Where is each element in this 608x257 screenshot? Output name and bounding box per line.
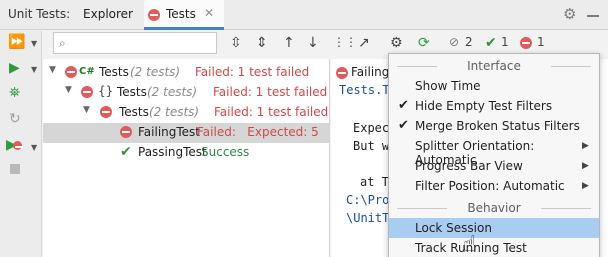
failed-status-icon (100, 106, 112, 118)
separator (397, 208, 447, 209)
failed-status-icon (336, 67, 348, 79)
menu-item-track-running-test[interactable]: Track Running Test (389, 238, 599, 257)
menu-item-label: Hide Empty Test Filters (415, 99, 553, 113)
failed-count: 1 (537, 35, 545, 49)
expand-arrow-icon[interactable]: ▼ (49, 65, 56, 75)
failed-status-icon (148, 9, 160, 21)
node-count: (2 tests) (130, 65, 181, 79)
tree-row-namespace[interactable]: ▼ {} Tests (2 tests) Failed: 1 test fail… (43, 83, 330, 103)
output-line: \UnitT (346, 211, 390, 225)
output-line: at T (360, 175, 389, 189)
node-status: Failed: 1 test failed (195, 65, 310, 79)
separator (397, 66, 437, 67)
separator (541, 208, 591, 209)
chevron-down-icon[interactable]: ▼ (31, 39, 37, 48)
failed-status-icon (65, 66, 77, 78)
node-name: FailingTest (138, 125, 201, 139)
ignored-icon[interactable]: ⊘ (449, 35, 459, 49)
menu-item-lock-session[interactable]: Lock Session (389, 218, 599, 238)
stop-icon[interactable] (10, 164, 20, 174)
close-icon[interactable]: ✕ (204, 6, 214, 20)
menu-item-progress-bar-view[interactable]: Progress Bar View ▶ (389, 156, 599, 176)
expand-arrow-icon[interactable]: ▼ (65, 85, 72, 95)
tree-row-passing-test[interactable]: ✔ PassingTest Success (43, 143, 330, 163)
output-line: C:\Pro (346, 193, 390, 207)
rerun-icon[interactable]: ↻ (9, 111, 21, 127)
chevron-down-icon[interactable]: ▼ (31, 143, 37, 152)
namespace-icon: {} (98, 84, 114, 98)
run-all-icon[interactable]: ⏩ (8, 34, 25, 50)
settings-popup-menu: Interface Show Time ✔ Hide Empty Test Fi… (388, 53, 600, 257)
menu-item-merge-broken[interactable]: ✔ Merge Broken Status Filters (389, 116, 599, 136)
left-action-strip: ⏩ ▼ ▶ ▼ ⛯ ↻ ▶ ▼ (0, 31, 42, 257)
menu-item-hide-empty-filters[interactable]: ✔ Hide Empty Test Filters (389, 96, 599, 116)
gear-icon[interactable]: ⚙ (390, 35, 403, 51)
collapse-all-icon[interactable]: ⇕ (256, 35, 268, 51)
export-icon[interactable]: ↗ (358, 35, 370, 51)
test-tree: ▼ C# Tests (2 tests) Failed: 1 test fail… (43, 59, 330, 257)
passed-icon[interactable]: ✔ (485, 35, 497, 51)
passed-check-icon: ✔ (120, 144, 132, 160)
output-line: Tests.T (339, 83, 390, 97)
node-name: Tests (117, 85, 147, 99)
node-name: PassingTest (138, 145, 207, 159)
tree-row-class[interactable]: ▼ Tests (2 tests) Failed: 1 test failed (43, 103, 330, 123)
check-icon: ✔ (398, 118, 409, 133)
expand-all-icon[interactable]: ⇳ (230, 35, 242, 51)
minimize-icon[interactable] (587, 5, 599, 17)
tab-tests[interactable]: Tests ✕ (144, 0, 224, 30)
failed-status-icon (120, 126, 132, 138)
menu-item-label: Lock Session (415, 221, 492, 235)
tree-row-project[interactable]: ▼ C# Tests (2 tests) Failed: 1 test fail… (43, 63, 330, 83)
node-status: Failed: 1 test failed (213, 85, 328, 99)
node-count: (2 tests) (149, 105, 200, 119)
search-icon: ⌕ (59, 36, 66, 50)
submenu-arrow-icon: ▶ (582, 161, 589, 171)
group-by-icon[interactable]: ⋮⋮ (333, 35, 357, 49)
submenu-arrow-icon: ▶ (582, 141, 589, 151)
settings-gear-icon[interactable]: ⚙ (563, 5, 576, 23)
expand-arrow-icon[interactable]: ▼ (83, 105, 90, 115)
menu-item-splitter-orientation[interactable]: Splitter Orientation: Automatic ▶ (389, 136, 599, 167)
tree-row-failing-test[interactable]: FailingTest Failed: Expected: 5 (43, 123, 330, 143)
node-name: Tests (119, 105, 149, 119)
output-line: Expec (353, 121, 390, 135)
node-status: Failed: Expected: 5 (197, 125, 319, 139)
run-icon[interactable]: ▶ (9, 60, 20, 76)
track-icon[interactable]: ⟳ (418, 35, 430, 51)
menu-item-label: Show Time (415, 79, 481, 93)
failed-status-icon (81, 86, 93, 98)
separator (551, 66, 591, 67)
chevron-down-icon[interactable]: ▼ (31, 65, 37, 74)
output-line: But w (353, 139, 390, 153)
menu-item-label: Progress Bar View (415, 159, 523, 173)
node-name: Tests (99, 65, 129, 79)
debug-icon[interactable]: ⛯ (9, 85, 20, 101)
ignored-count: 2 (465, 35, 473, 49)
node-count: (2 tests) (147, 85, 198, 99)
failed-filter-icon[interactable] (520, 37, 532, 49)
submenu-arrow-icon: ▶ (582, 181, 589, 191)
menu-item-label: Merge Broken Status Filters (415, 119, 580, 133)
tab-explorer[interactable]: Explorer (72, 0, 144, 30)
node-status: Failed: 1 test failed (214, 105, 329, 119)
menu-item-show-time[interactable]: Show Time (389, 76, 599, 96)
tool-window-title: Unit Tests: (8, 7, 71, 21)
passed-count: 1 (501, 35, 509, 49)
output-header: Failing (351, 65, 390, 79)
previous-icon[interactable]: ↑ (283, 35, 295, 51)
hand-cursor-icon: ☝ (463, 232, 477, 257)
menu-item-filter-position[interactable]: Filter Position: Automatic ▶ (389, 176, 599, 196)
menu-item-label: Filter Position: Automatic (415, 179, 565, 193)
failed-badge-icon (13, 141, 23, 150)
tab-tests-label: Tests (166, 7, 196, 21)
check-icon: ✔ (398, 98, 409, 113)
csharp-project-icon: C# (79, 66, 95, 77)
search-input[interactable]: ⌕ (53, 32, 217, 54)
node-status: Success (201, 145, 250, 159)
next-icon[interactable]: ↓ (307, 35, 319, 51)
